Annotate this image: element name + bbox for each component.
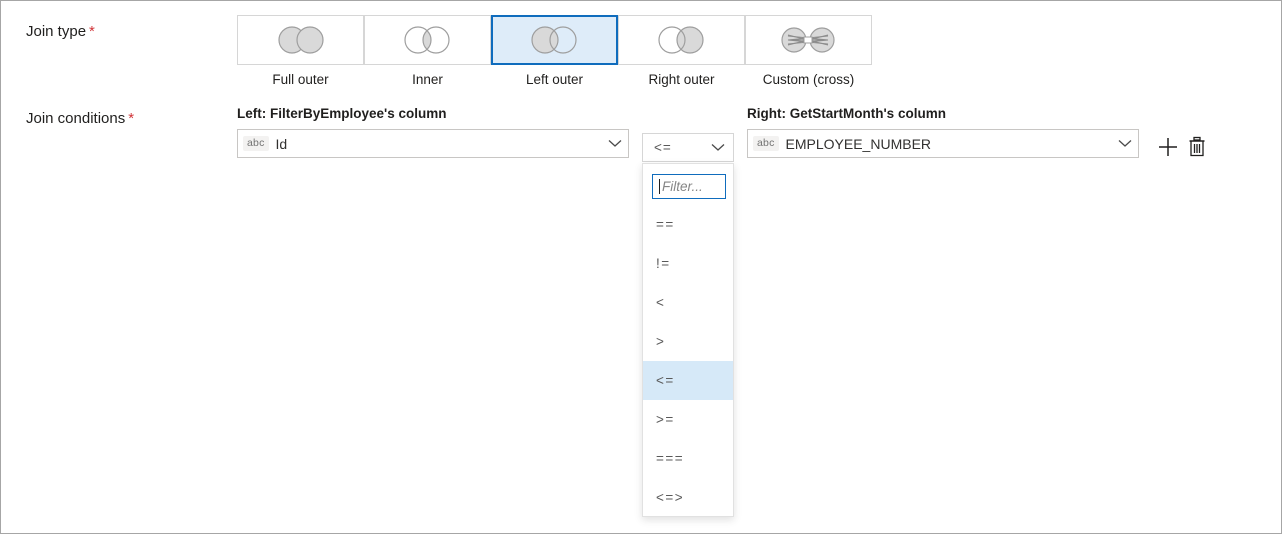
join-configuration-panel: Join type * Full outer Inner Left outer …: [0, 0, 1282, 534]
left-column-value: Id: [275, 135, 288, 152]
join-type-option-full-outer[interactable]: Full outer: [237, 15, 364, 87]
venn-custom-cross-icon: [781, 27, 835, 53]
right-column-value: EMPLOYEE_NUMBER: [785, 135, 932, 152]
join-type-option-right-outer[interactable]: Right outer: [617, 15, 745, 87]
venn-inner-icon: [404, 26, 450, 54]
dropdown-option-label: >=: [656, 412, 675, 427]
dropdown-option-gt[interactable]: >: [643, 322, 733, 361]
dropdown-option-null-safe-eq[interactable]: <=>: [643, 478, 733, 516]
dropdown-option-label: <=>: [656, 490, 685, 505]
dropdown-option-label: ===: [656, 451, 685, 466]
join-conditions-label: Join conditions *: [26, 110, 134, 127]
dropdown-option-lte[interactable]: <=: [643, 361, 733, 400]
join-type-option-label: Custom (cross): [762, 72, 855, 87]
join-type-label-text: Join type: [26, 23, 87, 40]
operator-dropdown-menu: Filter... == != < > <= >= === <=>: [642, 163, 734, 517]
dropdown-option-label: ==: [656, 217, 675, 232]
add-condition-button[interactable]: [1157, 136, 1179, 163]
dropdown-option-lt[interactable]: <: [643, 283, 733, 322]
plus-icon: [1159, 138, 1177, 156]
join-type-option-label: Inner: [412, 72, 443, 87]
dropdown-option-label: <=: [656, 373, 675, 388]
chevron-down-icon: [711, 144, 725, 151]
chevron-down-icon: [1118, 140, 1132, 147]
right-column-header: Right: GetStartMonth's column: [747, 106, 946, 121]
join-type-option-group: Full outer Inner Left outer Right outer …: [237, 15, 872, 87]
join-type-tile-box[interactable]: [363, 15, 491, 65]
dropdown-option-label: >: [656, 334, 666, 349]
delete-condition-button[interactable]: [1187, 136, 1207, 163]
join-type-tile-box[interactable]: [237, 15, 364, 65]
join-type-option-left-outer[interactable]: Left outer: [490, 15, 618, 87]
trash-icon: [1189, 136, 1205, 157]
join-type-option-inner[interactable]: Inner: [363, 15, 491, 87]
dropdown-filter-input[interactable]: Filter...: [652, 174, 726, 199]
operator-select[interactable]: <=: [642, 133, 734, 162]
join-type-tile-box[interactable]: [744, 15, 872, 65]
venn-full-outer-icon: [277, 26, 324, 54]
dropdown-option-gte[interactable]: >=: [643, 400, 733, 439]
join-type-tile-box[interactable]: [617, 15, 745, 65]
right-column-group: Right: GetStartMonth's column abc EMPLOY…: [747, 106, 1139, 158]
dropdown-filter-placeholder: Filter...: [662, 179, 703, 194]
dropdown-option-strict-eq[interactable]: ===: [643, 439, 733, 478]
join-type-label: Join type *: [26, 23, 95, 40]
join-type-option-custom-cross[interactable]: Custom (cross): [744, 15, 872, 87]
dropdown-option-eq[interactable]: ==: [643, 205, 733, 244]
right-column-type-badge: abc: [753, 136, 779, 151]
chevron-down-icon: [608, 140, 622, 147]
dropdown-filter-wrap: Filter...: [643, 164, 733, 205]
dropdown-option-label: <: [656, 295, 666, 310]
venn-left-outer-icon: [531, 26, 577, 54]
text-cursor: [659, 179, 660, 194]
left-column-type-badge: abc: [243, 136, 269, 151]
dropdown-option-neq[interactable]: !=: [643, 244, 733, 283]
required-asterisk: *: [128, 110, 135, 127]
dropdown-option-label: !=: [656, 256, 671, 271]
join-type-option-label: Full outer: [272, 72, 329, 87]
join-type-tile-box[interactable]: [490, 15, 618, 65]
join-conditions-label-text: Join conditions: [26, 110, 126, 127]
join-type-row: Join type * Full outer Inner Left outer …: [1, 1, 1281, 96]
join-type-option-label: Left outer: [525, 72, 584, 87]
left-column-header: Left: FilterByEmployee's column: [237, 106, 447, 121]
left-column-group: Left: FilterByEmployee's column abc Id: [237, 106, 629, 158]
left-column-select[interactable]: abc Id: [237, 129, 629, 158]
right-column-select[interactable]: abc EMPLOYEE_NUMBER: [747, 129, 1139, 158]
venn-right-outer-icon: [658, 26, 704, 54]
join-type-option-label: Right outer: [648, 72, 715, 87]
required-asterisk: *: [89, 23, 95, 40]
operator-value: <=: [654, 140, 672, 155]
